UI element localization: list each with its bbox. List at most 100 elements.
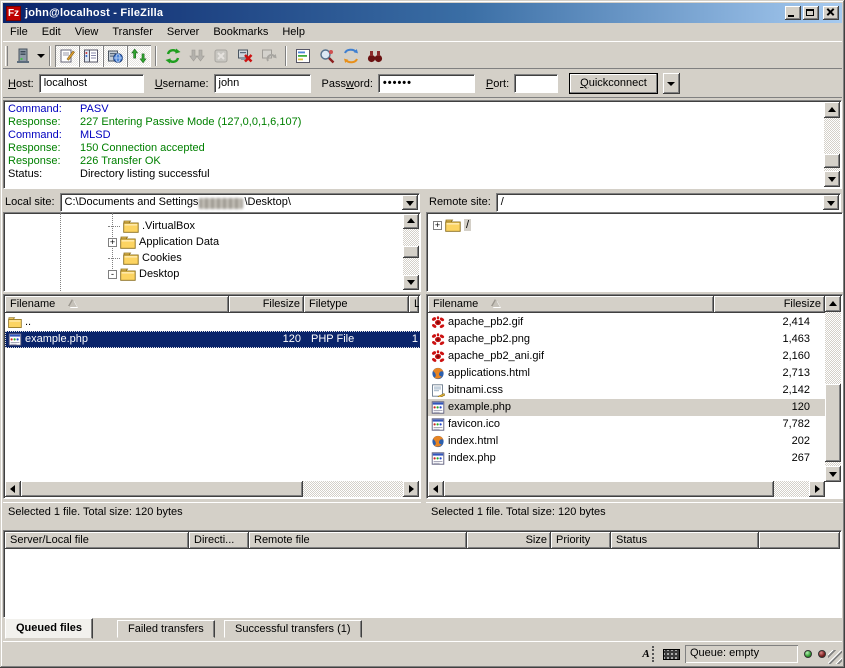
collapse-icon[interactable]: -: [108, 270, 117, 279]
resize-grip[interactable]: [828, 650, 842, 664]
title-bar[interactable]: Fz john@localhost - FileZilla: [3, 3, 842, 23]
column-header-status[interactable]: Status: [611, 532, 759, 549]
scroll-thumb[interactable]: [825, 384, 841, 462]
remote-directory-tree[interactable]: + /: [426, 212, 843, 292]
file-row[interactable]: index.html 202: [428, 433, 826, 450]
scroll-up-button[interactable]: [825, 296, 841, 312]
close-button[interactable]: [823, 6, 839, 20]
column-header-filename[interactable]: Filename: [428, 296, 714, 313]
local-site-dropdown-button[interactable]: [402, 195, 418, 210]
quickconnect-button[interactable]: Quickconnect: [569, 73, 658, 94]
column-header-server-local-file[interactable]: Server/Local file: [5, 532, 189, 549]
remote-file-list[interactable]: Filename Filesize apache_pb2.gif 2,414 a…: [426, 294, 843, 499]
file-row-example-php[interactable]: example.php 120 PHP File 1: [5, 331, 421, 348]
scroll-down-button[interactable]: [824, 171, 840, 187]
process-queue-button[interactable]: [185, 45, 209, 67]
quickconnect-dropdown-button[interactable]: [663, 73, 680, 94]
scroll-up-button[interactable]: [824, 102, 840, 118]
password-input[interactable]: ••••••: [378, 74, 475, 93]
minimize-button[interactable]: [785, 6, 801, 20]
remote-site-combo[interactable]: /: [496, 193, 841, 212]
local-tree-scrollbar[interactable]: [403, 214, 419, 290]
toggle-local-tree-button[interactable]: [79, 45, 103, 67]
refresh-button[interactable]: [161, 45, 185, 67]
tree-item-application-data[interactable]: + Application Data: [4, 234, 219, 250]
site-manager-button[interactable]: [11, 45, 35, 67]
column-header-filesize[interactable]: Filesize: [714, 296, 825, 313]
message-log[interactable]: Command:PASV Response:227 Entering Passi…: [3, 100, 842, 189]
file-row[interactable]: applications.html 2,713: [428, 365, 826, 382]
cancel-button[interactable]: [209, 45, 233, 67]
scroll-right-button[interactable]: [403, 481, 419, 497]
scroll-thumb[interactable]: [444, 481, 774, 497]
local-list-hscrollbar[interactable]: [5, 481, 419, 497]
local-directory-tree[interactable]: .VirtualBox + Application Data Cookies -…: [3, 212, 421, 292]
column-header-priority[interactable]: Priority: [551, 532, 611, 549]
reconnect-button[interactable]: [257, 45, 281, 67]
tree-item-virtualbox[interactable]: .VirtualBox: [4, 218, 195, 234]
scroll-up-button[interactable]: [403, 214, 419, 229]
file-row[interactable]: favicon.ico 7,782: [428, 416, 826, 433]
scroll-thumb[interactable]: [403, 246, 419, 258]
scroll-thumb[interactable]: [824, 154, 840, 168]
filter-button[interactable]: [291, 45, 315, 67]
scroll-down-button[interactable]: [403, 275, 419, 290]
menu-view[interactable]: View: [68, 24, 106, 40]
queue-icon: [131, 48, 147, 64]
scroll-right-button[interactable]: [809, 481, 825, 497]
log-scrollbar[interactable]: [824, 102, 840, 187]
file-row[interactable]: bitnami.css 2,142: [428, 382, 826, 399]
column-header-filetype[interactable]: Filetype: [304, 296, 409, 313]
remote-list-vscrollbar[interactable]: [825, 296, 841, 482]
directory-comparison-button[interactable]: [315, 45, 339, 67]
scroll-thumb[interactable]: [21, 481, 303, 497]
tab-successful-transfers[interactable]: Successful transfers (1): [224, 620, 362, 638]
transfer-queue[interactable]: Server/Local file Directi... Remote file…: [3, 530, 842, 618]
remote-list-hscrollbar[interactable]: [428, 481, 825, 497]
column-header-filesize[interactable]: Filesize: [229, 296, 304, 313]
site-manager-dropdown[interactable]: [37, 54, 45, 58]
menu-transfer[interactable]: Transfer: [105, 24, 160, 40]
column-header-direction[interactable]: Directi...: [189, 532, 249, 549]
expand-icon[interactable]: +: [108, 238, 117, 247]
menu-help[interactable]: Help: [275, 24, 312, 40]
column-header-size[interactable]: Size: [467, 532, 551, 549]
disconnect-button[interactable]: [233, 45, 257, 67]
file-row[interactable]: apache_pb2.png 1,463: [428, 331, 826, 348]
scroll-left-button[interactable]: [5, 481, 21, 497]
column-header-filename[interactable]: Filename: [5, 296, 229, 313]
toggle-remote-tree-button[interactable]: [103, 45, 127, 67]
toggle-queue-button[interactable]: [127, 45, 151, 67]
file-row-parent-dir[interactable]: ..: [5, 314, 421, 331]
menu-server[interactable]: Server: [160, 24, 206, 40]
tree-item-cookies[interactable]: Cookies: [4, 250, 182, 266]
tab-failed-transfers[interactable]: Failed transfers: [117, 620, 215, 638]
host-input[interactable]: localhost: [39, 74, 144, 93]
port-input[interactable]: [514, 74, 558, 93]
toggle-message-log-button[interactable]: [55, 45, 79, 67]
menu-edit[interactable]: Edit: [35, 24, 68, 40]
tab-queued-files[interactable]: Queued files: [5, 618, 93, 639]
remote-site-dropdown-button[interactable]: [823, 195, 839, 210]
file-row[interactable]: index.php 267: [428, 450, 826, 467]
menu-file[interactable]: File: [3, 24, 35, 40]
file-row-example-php[interactable]: example.php 120: [428, 399, 826, 416]
local-site-combo[interactable]: C:\Documents and Settings\Desktop\: [60, 193, 420, 212]
column-header-last-modified[interactable]: L: [409, 296, 419, 313]
menu-bookmarks[interactable]: Bookmarks: [206, 24, 275, 40]
column-header-remote-file[interactable]: Remote file: [249, 532, 467, 549]
toolbar-grip[interactable]: [5, 46, 8, 66]
scroll-down-button[interactable]: [825, 466, 841, 482]
tree-item-desktop[interactable]: - Desktop: [4, 266, 179, 282]
synchronized-browsing-button[interactable]: [339, 45, 363, 67]
file-row[interactable]: apache_pb2.gif 2,414: [428, 314, 826, 331]
username-input[interactable]: john: [214, 74, 311, 93]
scroll-left-button[interactable]: [428, 481, 444, 497]
find-files-button[interactable]: [363, 45, 387, 67]
maximize-button[interactable]: [803, 6, 819, 20]
file-row[interactable]: apache_pb2_ani.gif 2,160: [428, 348, 826, 365]
local-file-list[interactable]: Filename Filesize Filetype L .. example.…: [3, 294, 421, 499]
tree-item-root[interactable]: + /: [427, 217, 471, 233]
expand-icon[interactable]: +: [433, 221, 442, 230]
quickconnect-bar: Host: localhost Username: john Password:…: [3, 70, 842, 98]
